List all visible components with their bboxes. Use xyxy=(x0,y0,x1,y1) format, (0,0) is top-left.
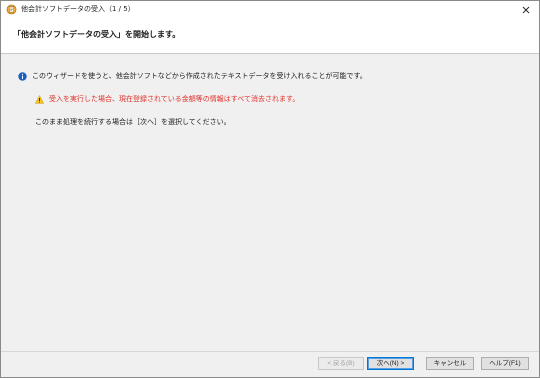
cancel-button[interactable]: キャンセル xyxy=(426,357,474,370)
title-bar: 他会計ソフトデータの受入（1 / 5） xyxy=(1,1,539,18)
warning-icon xyxy=(35,94,44,104)
info-text: このウィザードを使うと、他会計ソフトなどから作成されたテキストデータを受け入れる… xyxy=(32,72,367,80)
note-text: このまま処理を続行する場合は［次へ］を選択してください。 xyxy=(35,118,231,126)
help-button[interactable]: ヘルプ(F1) xyxy=(481,357,529,370)
close-icon xyxy=(522,6,530,13)
continue-note: このまま処理を続行する場合は［次へ］を選択してください。 xyxy=(35,117,231,127)
next-button[interactable]: 次へ(N) > xyxy=(367,357,414,370)
info-message: このウィザードを使うと、他会計ソフトなどから作成されたテキストデータを受け入れる… xyxy=(18,71,367,81)
wizard-window: 他会計ソフトデータの受入（1 / 5） 「他会計ソフトデータの受入」を開始します… xyxy=(0,0,540,378)
info-icon xyxy=(18,71,27,81)
window-title: 他会計ソフトデータの受入（1 / 5） xyxy=(21,5,135,13)
back-button[interactable]: < 戻る(B) xyxy=(318,357,364,370)
warning-message: 受入を実行した場合、現在登録されている金額等の情報はすべて消去されます。 xyxy=(35,94,299,104)
wizard-footer: < 戻る(B) 次へ(N) > キャンセル ヘルプ(F1) xyxy=(1,351,539,377)
wizard-header: 「他会計ソフトデータの受入」を開始します。 xyxy=(1,18,539,54)
warning-text: 受入を実行した場合、現在登録されている金額等の情報はすべて消去されます。 xyxy=(49,95,300,103)
page-title: 「他会計ソフトデータの受入」を開始します。 xyxy=(13,30,181,39)
wizard-content: このウィザードを使うと、他会計ソフトなどから作成されたテキストデータを受け入れる… xyxy=(1,55,539,351)
close-button[interactable] xyxy=(513,1,539,18)
app-icon xyxy=(6,4,17,15)
